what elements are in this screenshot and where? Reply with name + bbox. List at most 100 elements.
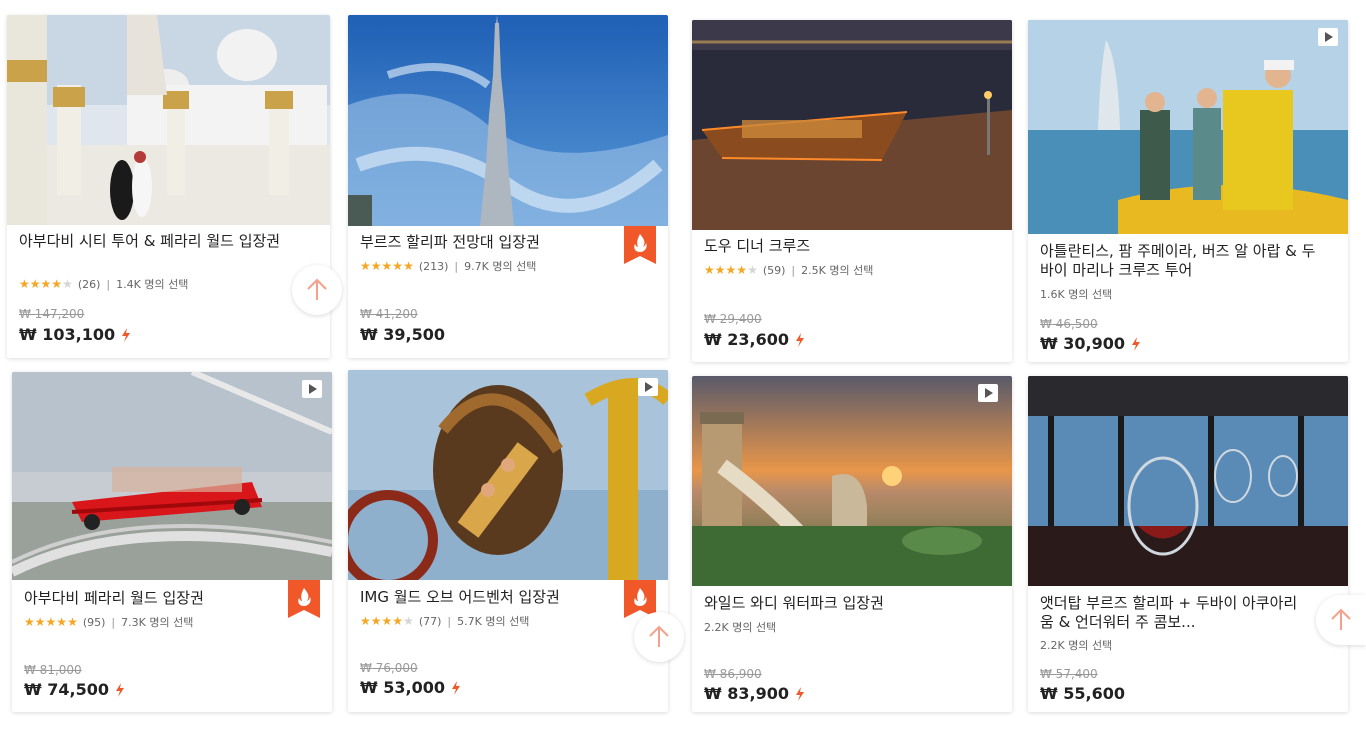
chosen-count: 2.2K 명의 선택 [704, 621, 777, 634]
review-count: (213) [418, 259, 449, 273]
star-icon: ★ [40, 277, 52, 291]
product-card[interactable]: 아부다비 시티 투어 & 페라리 월드 입장권 ★ ★ ★ ★ ★ (26) | 1.4… [7, 15, 330, 358]
original-price: ₩ 46,500 [1040, 317, 1098, 331]
product-image[interactable] [1028, 376, 1348, 586]
product-card[interactable]: 아부다비 페라리 월드 입장권 ★ ★ ★ ★ ★ (95) | 7.3K 명의 선택 … [12, 372, 332, 712]
scroll-to-top-button[interactable] [1316, 595, 1366, 645]
chosen-count: 1.4K 명의 선택 [116, 278, 189, 291]
product-meta: ★ ★ ★ ★ ★ (77) | 5.7K 명의 선택 [360, 613, 658, 629]
rating-stars: ★ ★ ★ ★ ★ [24, 616, 78, 628]
chosen-count: 2.2K 명의 선택 [1040, 639, 1113, 652]
star-icon: ★ [370, 614, 382, 628]
star-icon: ★ [360, 259, 371, 273]
original-price: ₩ 57,400 [1040, 667, 1098, 681]
star-icon: ★ [62, 277, 73, 291]
product-title[interactable]: IMG 월드 오브 어드벤처 입장권 [360, 588, 628, 607]
star-icon: ★ [56, 615, 68, 629]
chosen-count: 5.7K 명의 선택 [457, 615, 530, 628]
product-title[interactable]: 앳더탑 부르즈 할리파 + 두바이 아쿠아리움 & 언더워터 주 콤보... [1040, 594, 1298, 632]
arrow-up-icon [649, 625, 669, 647]
product-image[interactable] [348, 370, 668, 580]
flame-icon [288, 580, 320, 618]
sale-price-value: ₩ 53,000 [360, 678, 445, 697]
product-title[interactable]: 도우 디너 크루즈 [704, 237, 972, 256]
play-icon[interactable] [302, 380, 322, 398]
chosen-count: 1.6K 명의 선택 [1040, 288, 1113, 301]
product-meta: ★ ★ ★ ★ ★ (26) | 1.4K 명의 선택 [19, 276, 320, 292]
chosen-count: 7.3K 명의 선택 [121, 616, 194, 629]
product-image[interactable] [12, 372, 332, 580]
product-image[interactable] [692, 376, 1012, 586]
scroll-to-top-button[interactable] [292, 265, 342, 315]
sale-price: ₩ 74,500 [24, 680, 125, 699]
star-icon: ★ [34, 615, 46, 629]
product-meta: ★ ★ ★ ★ ★ (95) | 7.3K 명의 선택 [24, 614, 322, 630]
star-icon: ★ [29, 277, 41, 291]
product-card[interactable]: 앳더탑 부르즈 할리파 + 두바이 아쿠아리움 & 언더워터 주 콤보... 2… [1028, 376, 1348, 712]
sale-price-value: ₩ 103,100 [19, 325, 116, 344]
rating-stars: ★ ★ ★ ★ ★ [704, 264, 758, 276]
sale-price: ₩ 30,900 [1040, 334, 1141, 353]
star-icon: ★ [45, 615, 57, 629]
arrow-up-icon [307, 278, 327, 300]
star-icon: ★ [725, 263, 737, 277]
star-icon: ★ [714, 263, 726, 277]
lightning-icon [115, 682, 124, 697]
star-icon: ★ [736, 263, 748, 277]
product-title[interactable]: 와일드 와디 워터파크 입장권 [704, 594, 972, 613]
meta-separator: | [447, 614, 452, 628]
product-title[interactable]: 부르즈 할리파 전망대 입장권 [360, 233, 628, 252]
original-price: ₩ 86,900 [704, 667, 762, 681]
star-icon: ★ [24, 615, 35, 629]
star-icon: ★ [392, 259, 404, 273]
original-price: ₩ 81,000 [24, 663, 82, 677]
lightning-icon [795, 332, 804, 347]
play-icon[interactable] [638, 378, 658, 396]
star-icon: ★ [403, 259, 414, 273]
sale-price-value: ₩ 83,900 [704, 684, 789, 703]
review-count: (95) [82, 615, 106, 629]
scroll-to-top-button[interactable] [634, 612, 684, 662]
product-title[interactable]: 아틀란티스, 팜 주메이라, 버즈 알 아랍 & 두바이 마리나 크루즈 투어 [1040, 242, 1328, 280]
review-count: (26) [77, 277, 101, 291]
sale-price: ₩ 23,600 [704, 330, 805, 349]
sale-price: ₩ 103,100 [19, 325, 131, 344]
product-card[interactable]: 부르즈 할리파 전망대 입장권 ★ ★ ★ ★ ★ (213) | 9.7K 명의 선택… [348, 15, 668, 358]
product-card[interactable]: IMG 월드 오브 어드벤처 입장권 ★ ★ ★ ★ ★ (77) | 5.7K 명의 … [348, 370, 668, 712]
product-title[interactable]: 아부다비 시티 투어 & 페라리 월드 입장권 [19, 232, 290, 251]
chosen-count: 2.5K 명의 선택 [801, 264, 874, 277]
star-icon: ★ [381, 614, 393, 628]
product-image[interactable] [1028, 20, 1348, 234]
product-meta: 1.6K 명의 선택 [1040, 286, 1338, 302]
rating-stars: ★ ★ ★ ★ ★ [360, 615, 414, 627]
star-icon: ★ [704, 263, 715, 277]
play-icon[interactable] [978, 384, 998, 402]
original-price: ₩ 76,000 [360, 661, 418, 675]
meta-separator: | [454, 259, 459, 273]
product-meta: ★ ★ ★ ★ ★ (213) | 9.7K 명의 선택 [360, 258, 658, 274]
meta-separator: | [791, 263, 796, 277]
arrow-up-icon [1331, 608, 1351, 630]
product-card[interactable]: 도우 디너 크루즈 ★ ★ ★ ★ ★ (59) | 2.5K 명의 선택 ₩ 29,4… [692, 20, 1012, 362]
product-image[interactable] [7, 15, 330, 225]
sale-price-value: ₩ 74,500 [24, 680, 109, 699]
product-meta: 2.2K 명의 선택 [1040, 637, 1338, 653]
rating-stars: ★ ★ ★ ★ ★ [19, 278, 73, 290]
product-card[interactable]: 아틀란티스, 팜 주메이라, 버즈 알 아랍 & 두바이 마리나 크루즈 투어 … [1028, 20, 1348, 362]
product-title[interactable]: 아부다비 페라리 월드 입장권 [24, 589, 292, 608]
sale-price: ₩ 39,500 [360, 325, 445, 344]
product-image[interactable] [348, 15, 668, 226]
rating-stars: ★ ★ ★ ★ ★ [360, 260, 414, 272]
star-icon: ★ [19, 277, 30, 291]
sale-price-value: ₩ 23,600 [704, 330, 789, 349]
play-icon[interactable] [1318, 28, 1338, 46]
product-card[interactable]: 와일드 와디 워터파크 입장권 2.2K 명의 선택 ₩ 86,900 ₩ 83… [692, 376, 1012, 712]
star-icon: ★ [381, 259, 393, 273]
star-icon: ★ [360, 614, 371, 628]
product-image[interactable] [692, 20, 1012, 230]
product-meta: ★ ★ ★ ★ ★ (59) | 2.5K 명의 선택 [704, 262, 1002, 278]
review-count: (59) [762, 263, 786, 277]
meta-separator: | [111, 615, 116, 629]
lightning-icon [122, 327, 131, 342]
lightning-icon [795, 686, 804, 701]
